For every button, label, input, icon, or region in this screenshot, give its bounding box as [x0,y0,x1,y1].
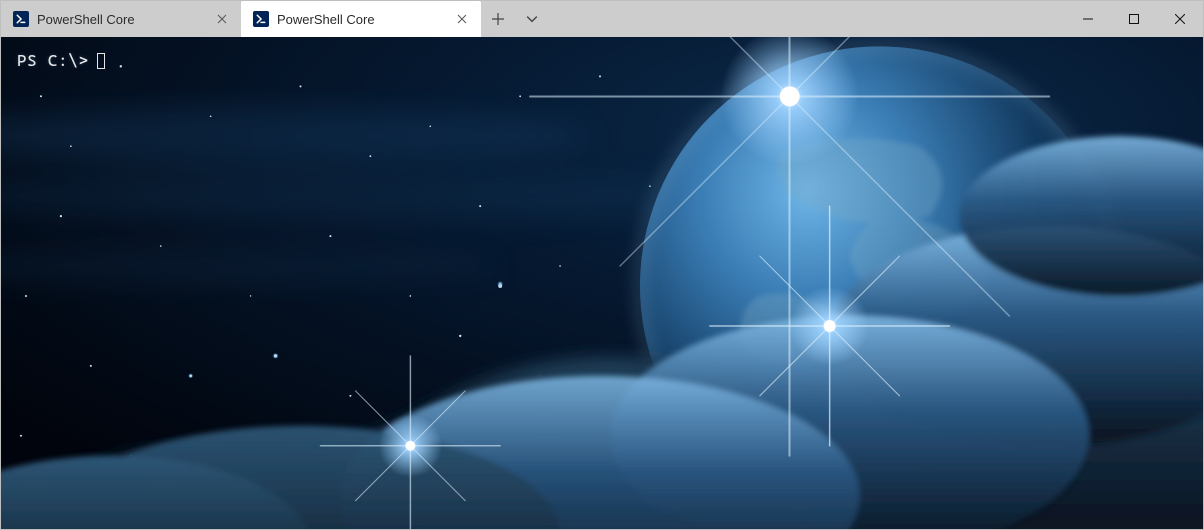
minimize-button[interactable] [1065,1,1111,37]
terminal-pane[interactable]: PS C:\> [1,37,1203,529]
background-image [1,37,1203,529]
tab-close-button[interactable] [453,10,471,28]
window-controls [1065,1,1203,37]
titlebar-drag-region[interactable] [549,1,1065,37]
tab-dropdown-button[interactable] [515,1,549,37]
tab-powershell-1[interactable]: PowerShell Core [1,1,241,37]
close-button[interactable] [1157,1,1203,37]
tab-close-button[interactable] [213,10,231,28]
app-window: PowerShell Core PowerShell Core [0,0,1204,530]
cursor [97,53,105,69]
powershell-icon [13,11,29,27]
prompt-line: PS C:\> [17,51,1187,70]
prompt-text: PS C:\> [17,51,89,70]
tab-strip: PowerShell Core PowerShell Core [1,1,481,37]
terminal-content: PS C:\> [1,37,1203,84]
tab-powershell-2[interactable]: PowerShell Core [241,1,481,37]
new-tab-button[interactable] [481,1,515,37]
powershell-icon [253,11,269,27]
maximize-button[interactable] [1111,1,1157,37]
tab-title: PowerShell Core [37,12,205,27]
tab-title: PowerShell Core [277,12,445,27]
title-bar: PowerShell Core PowerShell Core [1,1,1203,37]
